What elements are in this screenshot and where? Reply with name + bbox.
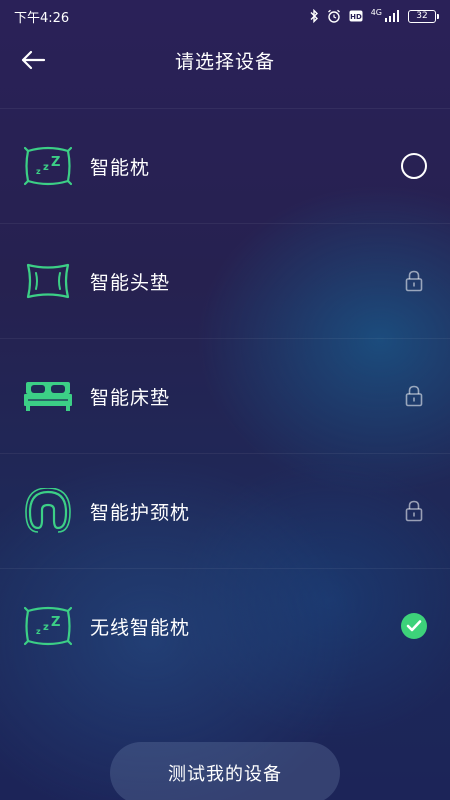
device-radio[interactable] <box>400 152 428 180</box>
hd-icon: HD <box>349 10 363 22</box>
battery-indicator: 32 <box>408 9 439 23</box>
radio-unselected-icon <box>401 153 427 179</box>
test-my-device-label: 测试我的设备 <box>168 764 282 785</box>
device-label: 无线智能枕 <box>90 616 191 639</box>
svg-text:z: z <box>43 622 49 633</box>
device-row-smart-head-pad[interactable]: 智能头垫 <box>0 223 450 338</box>
svg-text:HD: HD <box>350 13 362 21</box>
status-icons: HD 4G 32 <box>309 7 439 23</box>
svg-text:z: z <box>36 167 41 176</box>
header: 请选择设备 <box>0 32 450 88</box>
status-time: 下午4:26 <box>14 10 70 26</box>
device-label: 智能床垫 <box>90 386 171 409</box>
battery-level: 32 <box>416 11 428 21</box>
pillow-icon: z z Z <box>22 144 74 188</box>
checkmark-icon <box>401 613 427 639</box>
device-lock <box>400 267 428 295</box>
test-my-device-button[interactable]: 测试我的设备 <box>110 742 340 800</box>
device-radio[interactable] <box>400 612 428 640</box>
device-lock <box>400 497 428 525</box>
bed-icon <box>22 374 74 418</box>
svg-text:z: z <box>43 162 49 173</box>
device-row-smart-neck-pillow[interactable]: 智能护颈枕 <box>0 453 450 568</box>
device-label: 智能枕 <box>90 156 151 179</box>
alarm-icon <box>327 9 340 23</box>
device-label: 智能护颈枕 <box>90 501 191 524</box>
device-row-smart-pillow[interactable]: z z Z 智能枕 <box>0 108 450 223</box>
svg-text:Z: Z <box>51 615 60 630</box>
lock-icon <box>405 270 423 292</box>
device-row-smart-mattress[interactable]: 智能床垫 <box>0 338 450 453</box>
network-label: 4G <box>370 7 382 17</box>
head-pad-icon <box>22 259 74 303</box>
lock-icon <box>405 385 423 407</box>
device-lock <box>400 382 428 410</box>
neck-pillow-icon <box>22 488 74 533</box>
back-button[interactable] <box>18 46 48 74</box>
signal-icon <box>385 10 399 22</box>
bluetooth-icon <box>310 9 318 23</box>
device-list: z z Z 智能枕 智能头垫 智能床垫 智能护颈枕 z z Z 无线智能枕 <box>0 108 450 683</box>
status-bar: 下午4:26 HD 4G 32 <box>0 0 450 32</box>
pillow-icon: z z Z <box>22 604 74 648</box>
svg-text:Z: Z <box>51 155 60 170</box>
page-title: 请选择设备 <box>174 50 275 73</box>
lock-icon <box>405 500 423 522</box>
svg-text:z: z <box>36 627 41 636</box>
device-label: 智能头垫 <box>90 271 171 294</box>
device-row-wireless-smart-pillow[interactable]: z z Z 无线智能枕 <box>0 568 450 683</box>
arrow-left-icon <box>21 50 46 70</box>
